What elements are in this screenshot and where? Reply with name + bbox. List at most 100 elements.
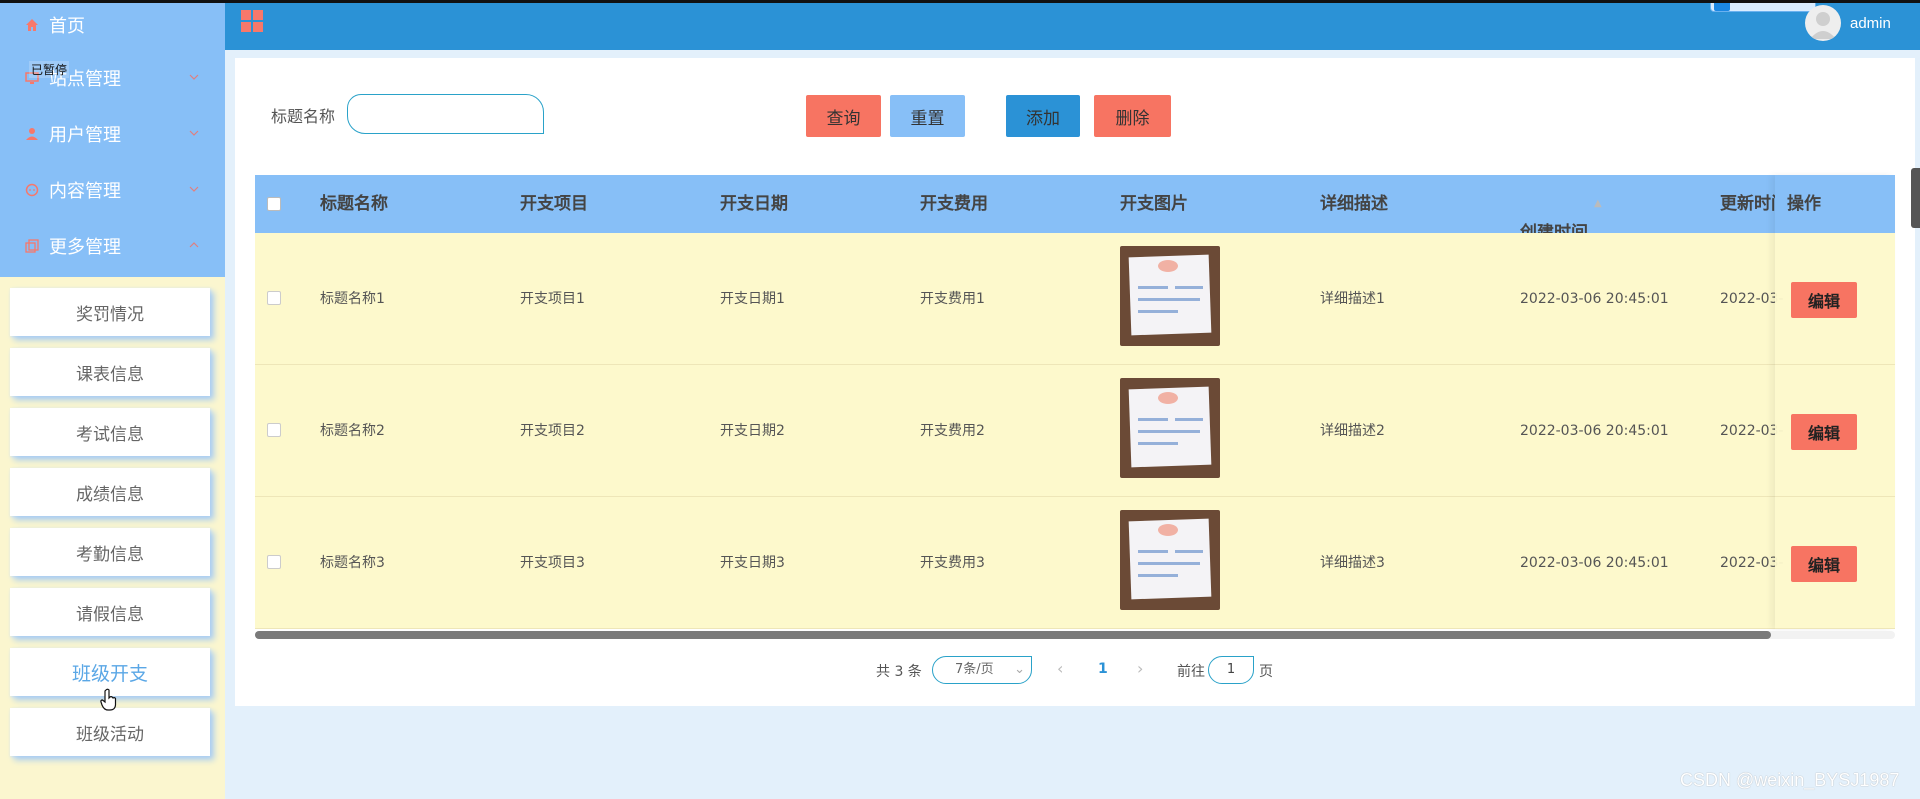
watermark: CSDN @weixin_BYSJ1987 — [1680, 770, 1900, 790]
sidebar: 首页 站点管理 用户管理 内容管理 更多管理 已暂停 奖罚情况 课表信息 考试信… — [0, 0, 225, 799]
menu-label: 首页 — [49, 16, 85, 37]
main-panel: 标题名称 查询 重置 添加 删除 标题名称 开支项目 开支日期 开支费用 开支图… — [235, 58, 1915, 706]
action-column: 操作 编辑 编辑 编辑 — [1775, 175, 1895, 629]
copy-icon — [24, 239, 39, 254]
table-header: 标题名称 开支项目 开支日期 开支费用 开支图片 详细描述 创建时间▲▼ 更新时… — [255, 175, 1895, 267]
menu-item-users[interactable]: 用户管理 — [0, 106, 225, 162]
cell-updated: 2022-03- — [1720, 291, 1784, 307]
chevron-down-icon — [189, 186, 199, 192]
table-row: 标题名称3 开支项目3 开支日期3 开支费用3 详细描述3 2022-03-06… — [255, 497, 1895, 629]
cell-desc: 详细描述3 — [1320, 555, 1385, 571]
submenu-item-grades[interactable]: 成绩信息 — [10, 468, 210, 516]
cell-item: 开支项目1 — [520, 291, 585, 307]
column-header: 详细描述 — [1320, 194, 1388, 214]
pagination-total: 共 3 条 — [876, 664, 922, 680]
menu-item-more[interactable]: 更多管理 — [0, 218, 225, 274]
cell-item: 开支项目3 — [520, 555, 585, 571]
username[interactable]: admin — [1850, 15, 1891, 32]
side-scroll-handle[interactable] — [1911, 168, 1920, 228]
page-size-select[interactable]: 7条/页 ⌄ — [932, 656, 1032, 684]
data-table: 标题名称 开支项目 开支日期 开支费用 开支图片 详细描述 创建时间▲▼ 更新时… — [255, 175, 1895, 629]
menu-item-home[interactable]: 首页 — [0, 0, 225, 50]
receipt-image[interactable] — [1120, 510, 1220, 610]
cell-title: 标题名称3 — [320, 555, 385, 571]
cell-updated: 2022-03- — [1720, 555, 1784, 571]
submenu-item-class-activity[interactable]: 班级活动 — [10, 708, 210, 756]
chevron-down-icon — [189, 74, 199, 80]
pause-tooltip: 已暂停 — [29, 61, 70, 78]
cell-date: 开支日期3 — [720, 555, 785, 571]
top-border — [0, 0, 1920, 3]
submenu-item-attendance[interactable]: 考勤信息 — [10, 528, 210, 576]
row-checkbox[interactable] — [267, 423, 281, 437]
cell-created: 2022-03-06 20:45:01 — [1520, 423, 1669, 439]
user-icon — [24, 127, 39, 142]
select-all-checkbox[interactable] — [267, 197, 281, 211]
hand-cursor-icon — [100, 688, 117, 711]
action-cell: 编辑 — [1775, 497, 1895, 629]
menu-item-site[interactable]: 站点管理 — [0, 50, 225, 106]
goto-page-input[interactable]: 1 — [1208, 656, 1254, 684]
receipt-image[interactable] — [1120, 246, 1220, 346]
title-search-input[interactable] — [347, 94, 544, 134]
search-label: 标题名称 — [271, 107, 336, 126]
edit-button[interactable]: 编辑 — [1791, 414, 1857, 450]
cell-desc: 详细描述1 — [1320, 291, 1385, 307]
top-header: admin — [225, 0, 1920, 50]
cell-created: 2022-03-06 20:45:01 — [1520, 555, 1669, 571]
action-cell: 编辑 — [1775, 365, 1895, 497]
submenu-item-exams[interactable]: 考试信息 — [10, 408, 210, 456]
receipt-image[interactable] — [1120, 378, 1220, 478]
submenu-item-leave[interactable]: 请假信息 — [10, 588, 210, 636]
avatar[interactable] — [1805, 5, 1841, 41]
column-header-sortable[interactable]: 创建时间▲▼ — [1520, 175, 1602, 267]
action-cell: 编辑 — [1775, 233, 1895, 365]
sidebar-menu: 首页 站点管理 用户管理 内容管理 更多管理 已暂停 — [0, 0, 225, 277]
chevron-up-icon — [189, 242, 199, 248]
cell-cost: 开支费用3 — [920, 555, 985, 571]
scrollbar-thumb[interactable] — [255, 631, 1771, 639]
chevron-down-icon — [189, 130, 199, 136]
column-header: 开支费用 — [920, 194, 988, 214]
query-button[interactable]: 查询 — [806, 95, 881, 137]
cell-item: 开支项目2 — [520, 423, 585, 439]
page-number[interactable]: 1 — [1098, 661, 1108, 677]
menu-label: 更多管理 — [49, 237, 121, 258]
column-header: 标题名称 — [320, 194, 388, 214]
chevron-down-icon: ⌄ — [1014, 662, 1025, 677]
goto-suffix: 页 — [1259, 664, 1273, 680]
cell-date: 开支日期2 — [720, 423, 785, 439]
menu-item-content[interactable]: 内容管理 — [0, 162, 225, 218]
page-size-value: 7条/页 — [955, 662, 994, 677]
table-row: 标题名称2 开支项目2 开支日期2 开支费用2 详细描述2 2022-03-06… — [255, 365, 1895, 497]
cell-created: 2022-03-06 20:45:01 — [1520, 291, 1669, 307]
cell-title: 标题名称1 — [320, 291, 385, 307]
next-page-icon[interactable]: › — [1137, 659, 1143, 678]
menu-label: 内容管理 — [49, 181, 121, 202]
edit-button[interactable]: 编辑 — [1791, 546, 1857, 582]
goto-label: 前往 — [1177, 664, 1205, 680]
cell-date: 开支日期1 — [720, 291, 785, 307]
submenu-item-schedule[interactable]: 课表信息 — [10, 348, 210, 396]
delete-button[interactable]: 删除 — [1094, 95, 1171, 137]
column-header: 开支日期 — [720, 194, 788, 214]
submenu-item-rewards[interactable]: 奖罚情况 — [10, 288, 210, 336]
cell-updated: 2022-03- — [1720, 423, 1784, 439]
add-button[interactable]: 添加 — [1006, 95, 1080, 137]
cell-title: 标题名称2 — [320, 423, 385, 439]
grid-menu-icon[interactable] — [241, 10, 263, 32]
action-column-header: 操作 — [1775, 175, 1895, 233]
cell-desc: 详细描述2 — [1320, 423, 1385, 439]
prev-page-icon[interactable]: ‹ — [1057, 659, 1063, 678]
home-icon — [24, 18, 39, 33]
reset-button[interactable]: 重置 — [890, 95, 965, 137]
row-checkbox[interactable] — [267, 291, 281, 305]
edit-button[interactable]: 编辑 — [1791, 282, 1857, 318]
row-checkbox[interactable] — [267, 555, 281, 569]
column-header: 开支项目 — [520, 194, 588, 214]
cell-cost: 开支费用1 — [920, 291, 985, 307]
column-header: 开支图片 — [1120, 194, 1188, 214]
table-body: 标题名称1 开支项目1 开支日期1 开支费用1 详细描述1 2022-03-06… — [255, 233, 1895, 629]
cell-cost: 开支费用2 — [920, 423, 985, 439]
horizontal-scrollbar[interactable] — [255, 631, 1895, 639]
